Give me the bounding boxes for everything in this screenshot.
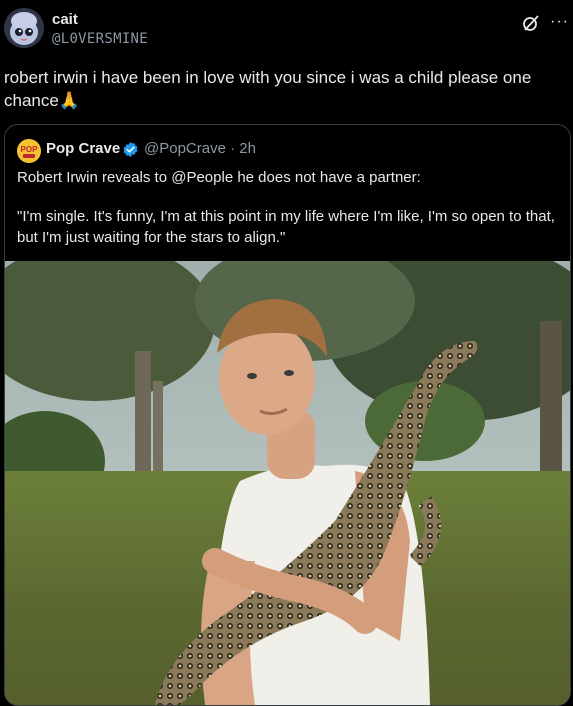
avatar[interactable] — [4, 8, 44, 48]
quoted-post[interactable]: POP Pop Crave @PopCrave · 2h Robert Irwi… — [4, 124, 571, 706]
grok-icon[interactable] — [522, 14, 540, 32]
post-text: robert irwin i have been in love with yo… — [4, 68, 532, 110]
quoted-text-quote: "I'm single. It's funny, I'm at this poi… — [17, 208, 555, 246]
pop-crave-logo-text: POP — [21, 145, 39, 154]
quoted-author-handle[interactable]: @PopCrave · 2h — [144, 140, 256, 157]
post: cait @L0VERSMINE ··· robert irwin i have… — [0, 0, 573, 706]
author-name[interactable]: cait — [52, 11, 78, 28]
pop-crave-logo[interactable]: POP — [17, 139, 41, 163]
quoted-author-name[interactable]: Pop Crave — [46, 140, 120, 157]
author-handle[interactable]: @L0VERSMINE — [52, 31, 148, 47]
avatar-image — [4, 8, 44, 48]
pop-crave-logo-image: POP — [17, 139, 41, 163]
more-icon[interactable]: ··· — [550, 13, 569, 31]
verified-badge-icon — [123, 142, 138, 157]
quoted-text-line1: Robert Irwin reveals to @People he does … — [17, 169, 421, 186]
quoted-post-photo[interactable] — [5, 261, 570, 705]
